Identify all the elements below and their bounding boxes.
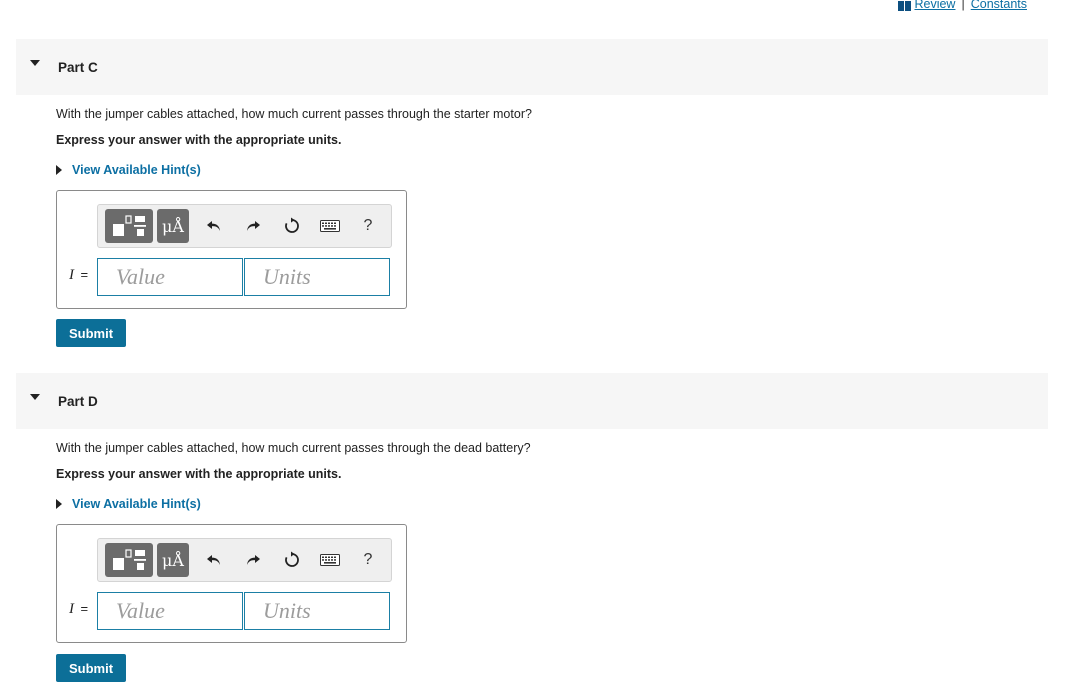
- math-toolbar: μÅ ?: [97, 204, 392, 248]
- units-button[interactable]: μÅ: [157, 543, 189, 577]
- part-c-header[interactable]: Part C: [16, 39, 1048, 95]
- undo-icon[interactable]: [200, 209, 228, 243]
- redo-icon[interactable]: [239, 209, 267, 243]
- reset-icon[interactable]: [278, 543, 306, 577]
- link-separator: |: [961, 0, 965, 11]
- book-icon: [898, 0, 912, 11]
- variable-symbol: I: [69, 601, 74, 617]
- math-toolbar: μÅ ?: [97, 538, 392, 582]
- units-input[interactable]: Units: [244, 258, 390, 296]
- variable-symbol: I: [69, 267, 74, 283]
- help-button[interactable]: ?: [354, 543, 382, 577]
- units-input[interactable]: Units: [244, 592, 390, 630]
- equals-sign: =: [80, 601, 89, 616]
- value-input[interactable]: Value: [97, 592, 243, 630]
- keyboard-icon[interactable]: [316, 543, 344, 577]
- expand-caret-icon: [56, 499, 62, 509]
- instruction-text: Express your answer with the appropriate…: [56, 467, 342, 481]
- undo-icon[interactable]: [200, 543, 228, 577]
- submit-button[interactable]: Submit: [56, 319, 126, 347]
- templates-button[interactable]: [105, 209, 153, 243]
- keyboard-icon[interactable]: [316, 209, 344, 243]
- part-title: Part D: [58, 393, 98, 409]
- top-links: Review | Constants: [898, 0, 1027, 11]
- collapse-caret-icon[interactable]: [30, 60, 40, 66]
- view-hints-link[interactable]: View Available Hint(s): [56, 497, 201, 511]
- expand-caret-icon: [56, 165, 62, 175]
- variable-label: I =: [69, 267, 88, 284]
- variable-label: I =: [69, 601, 88, 618]
- question-text: With the jumper cables attached, how muc…: [56, 441, 531, 455]
- equals-sign: =: [80, 267, 89, 282]
- reset-icon[interactable]: [278, 209, 306, 243]
- view-hints-link[interactable]: View Available Hint(s): [56, 163, 201, 177]
- help-button[interactable]: ?: [354, 209, 382, 243]
- templates-button[interactable]: [105, 543, 153, 577]
- collapse-caret-icon[interactable]: [30, 394, 40, 400]
- units-button[interactable]: μÅ: [157, 209, 189, 243]
- hint-label: View Available Hint(s): [72, 497, 201, 511]
- value-input[interactable]: Value: [97, 258, 243, 296]
- constants-link[interactable]: Constants: [971, 0, 1027, 11]
- answer-box: μÅ ? I = Value Units: [56, 524, 407, 643]
- templates-icon: [113, 549, 146, 570]
- answer-box: μÅ ? I = Value Units: [56, 190, 407, 309]
- redo-icon[interactable]: [239, 543, 267, 577]
- instruction-text: Express your answer with the appropriate…: [56, 133, 342, 147]
- question-text: With the jumper cables attached, how muc…: [56, 107, 532, 121]
- templates-icon: [113, 215, 146, 236]
- review-link[interactable]: Review: [914, 0, 955, 11]
- hint-label: View Available Hint(s): [72, 163, 201, 177]
- submit-button[interactable]: Submit: [56, 654, 126, 682]
- part-title: Part C: [58, 59, 98, 75]
- part-d-header[interactable]: Part D: [16, 373, 1048, 429]
